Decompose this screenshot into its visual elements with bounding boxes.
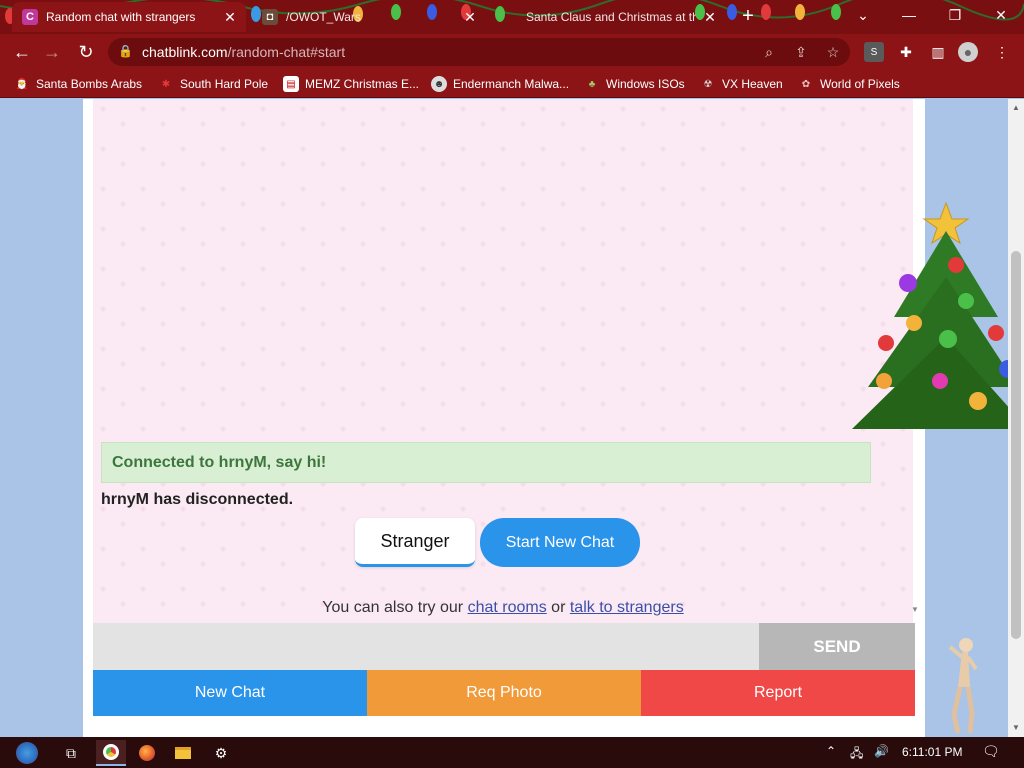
notification-center-icon[interactable]: 🗨 xyxy=(982,743,1000,760)
tab-owot-wars[interactable]: ◘ /OWOT_Wars ✕ xyxy=(252,2,486,32)
address-bar[interactable]: 🔒 chatblink.com/random-chat#start ⌕ ⇪ ☆ xyxy=(108,38,850,66)
memz-icon: ▤ xyxy=(283,76,299,92)
volume-icon[interactable]: 🔊 xyxy=(874,744,889,758)
firefox-taskbar-icon[interactable] xyxy=(132,740,162,766)
menu-kebab-icon[interactable]: ⋮ xyxy=(992,42,1012,62)
bookmark-item[interactable]: ▤ MEMZ Christmas E... xyxy=(283,75,419,93)
tab-santa-claus[interactable]: Santa Claus and Christmas at the ✕ xyxy=(492,2,726,32)
page-viewport: Connected to hrnyM, say hi! hrnyM has di… xyxy=(0,99,1024,737)
restore-button[interactable]: ❐ xyxy=(932,0,978,30)
url-text: chatblink.com/random-chat#start xyxy=(142,44,346,60)
lock-icon: 🔒 xyxy=(118,44,133,58)
settings-gear-icon[interactable]: ⚙ xyxy=(206,740,236,766)
bookmark-item[interactable]: ✿ World of Pixels xyxy=(798,75,900,93)
tab-title: /OWOT_Wars xyxy=(286,10,361,24)
tab-title: Santa Claus and Christmas at the xyxy=(526,10,696,24)
tab-title: Random chat with strangers xyxy=(46,10,196,24)
message-compose: SEND xyxy=(93,623,915,670)
new-chat-button[interactable]: New Chat xyxy=(93,670,367,716)
scroll-down-arrow-icon[interactable]: ▼ xyxy=(1011,723,1021,733)
tab-search-chevron-icon[interactable]: ⌄ xyxy=(840,0,886,30)
star-icon[interactable]: ☆ xyxy=(824,43,842,61)
side-panel-icon[interactable]: ▥ xyxy=(928,42,948,62)
globe-icon xyxy=(502,9,518,25)
tab-strip: C Random chat with strangers ✕ ◘ /OWOT_W… xyxy=(0,0,1024,34)
browser-toolbar: ← → ↻ 🔒 chatblink.com/random-chat#start … xyxy=(0,34,1024,70)
snowflake-icon: ✱ xyxy=(161,78,171,90)
chat-container: Connected to hrnyM, say hi! hrnyM has di… xyxy=(83,99,925,737)
bookmark-item[interactable]: 🎅 Santa Bombs Arabs xyxy=(14,75,142,93)
close-window-button[interactable]: ✕ xyxy=(978,0,1024,30)
close-icon[interactable]: ✕ xyxy=(702,9,718,25)
bookmark-item[interactable]: ☻ Endermanch Malwa... xyxy=(431,75,569,93)
alternatives-text: You can also try our chat rooms or talk … xyxy=(322,599,684,616)
taskbar-clock[interactable]: 6:11:01 PM xyxy=(902,745,962,759)
send-button[interactable]: SEND xyxy=(759,623,915,670)
stranger-button[interactable]: Stranger xyxy=(355,518,475,567)
talk-to-strangers-link[interactable]: talk to strangers xyxy=(570,599,684,616)
windows-taskbar: ⧉ ⚙ ⌃ 🖧 🔊 6:11:01 PM 🗨 xyxy=(0,737,1024,768)
windows-isos-icon: ♣ xyxy=(588,78,596,90)
minimize-button[interactable]: — xyxy=(886,0,932,30)
page-scrollbar[interactable]: ▲ ▼ xyxy=(1008,99,1024,737)
chatblink-favicon-icon: C xyxy=(22,9,38,25)
forward-button[interactable]: → xyxy=(40,40,64,64)
bookmarks-bar: 🎅 Santa Bombs Arabs ✱ South Hard Pole ▤ MEM… xyxy=(0,70,1024,98)
close-icon[interactable]: ✕ xyxy=(222,9,238,25)
scrollbar-thumb[interactable] xyxy=(1011,251,1021,639)
tray-chevron-up-icon[interactable]: ⌃ xyxy=(826,744,836,758)
palette-icon: ✿ xyxy=(801,78,811,90)
network-icon[interactable]: 🖧 xyxy=(850,744,863,765)
start-new-chat-button[interactable]: Start New Chat xyxy=(480,518,640,567)
tab-random-chat[interactable]: C Random chat with strangers ✕ xyxy=(12,2,246,32)
message-input[interactable] xyxy=(93,623,759,670)
search-icon[interactable]: ⌕ xyxy=(760,43,778,61)
chrome-taskbar-icon[interactable] xyxy=(96,740,126,766)
owot-icon: ◘ xyxy=(262,9,278,25)
endermanch-icon: ☻ xyxy=(431,76,447,92)
connected-notice: Connected to hrnyM, say hi! xyxy=(101,442,871,483)
chat-rooms-link[interactable]: chat rooms xyxy=(468,599,547,616)
bookmark-item[interactable]: ✱ South Hard Pole xyxy=(158,75,268,93)
task-view-icon[interactable]: ⧉ xyxy=(56,740,86,766)
disconnected-notice: hrnyM has disconnected. xyxy=(101,491,294,508)
profile-avatar-icon[interactable]: ● xyxy=(958,42,978,62)
vx-heaven-icon: ☢ xyxy=(703,78,713,90)
puzzle-extensions-icon[interactable]: ✚ xyxy=(896,42,916,62)
santa-icon: 🎅 xyxy=(15,78,29,90)
christmas-tree-decoration xyxy=(852,201,1024,429)
new-tab-button[interactable]: + xyxy=(738,6,758,26)
share-icon[interactable]: ⇪ xyxy=(792,43,810,61)
chat-log: Connected to hrnyM, say hi! hrnyM has di… xyxy=(93,99,919,623)
chat-scroll-down-arrow-icon[interactable]: ▼ xyxy=(911,605,921,615)
scroll-up-arrow-icon[interactable]: ▲ xyxy=(1011,103,1021,113)
close-icon[interactable]: ✕ xyxy=(462,9,478,25)
req-photo-button[interactable]: Req Photo xyxy=(367,670,641,716)
dancer-figure-decoration xyxy=(948,638,978,734)
extension-s-icon[interactable]: S xyxy=(864,42,884,62)
start-button-icon[interactable] xyxy=(8,740,46,766)
action-bar: New Chat Req Photo Report xyxy=(93,670,915,716)
reload-button[interactable]: ↻ xyxy=(74,40,98,64)
bookmark-item[interactable]: ♣ Windows ISOs xyxy=(584,75,685,93)
file-explorer-icon[interactable] xyxy=(168,740,198,766)
report-button[interactable]: Report xyxy=(641,670,915,716)
back-button[interactable]: ← xyxy=(10,40,34,64)
bookmark-item[interactable]: ☢ VX Heaven xyxy=(700,75,783,93)
